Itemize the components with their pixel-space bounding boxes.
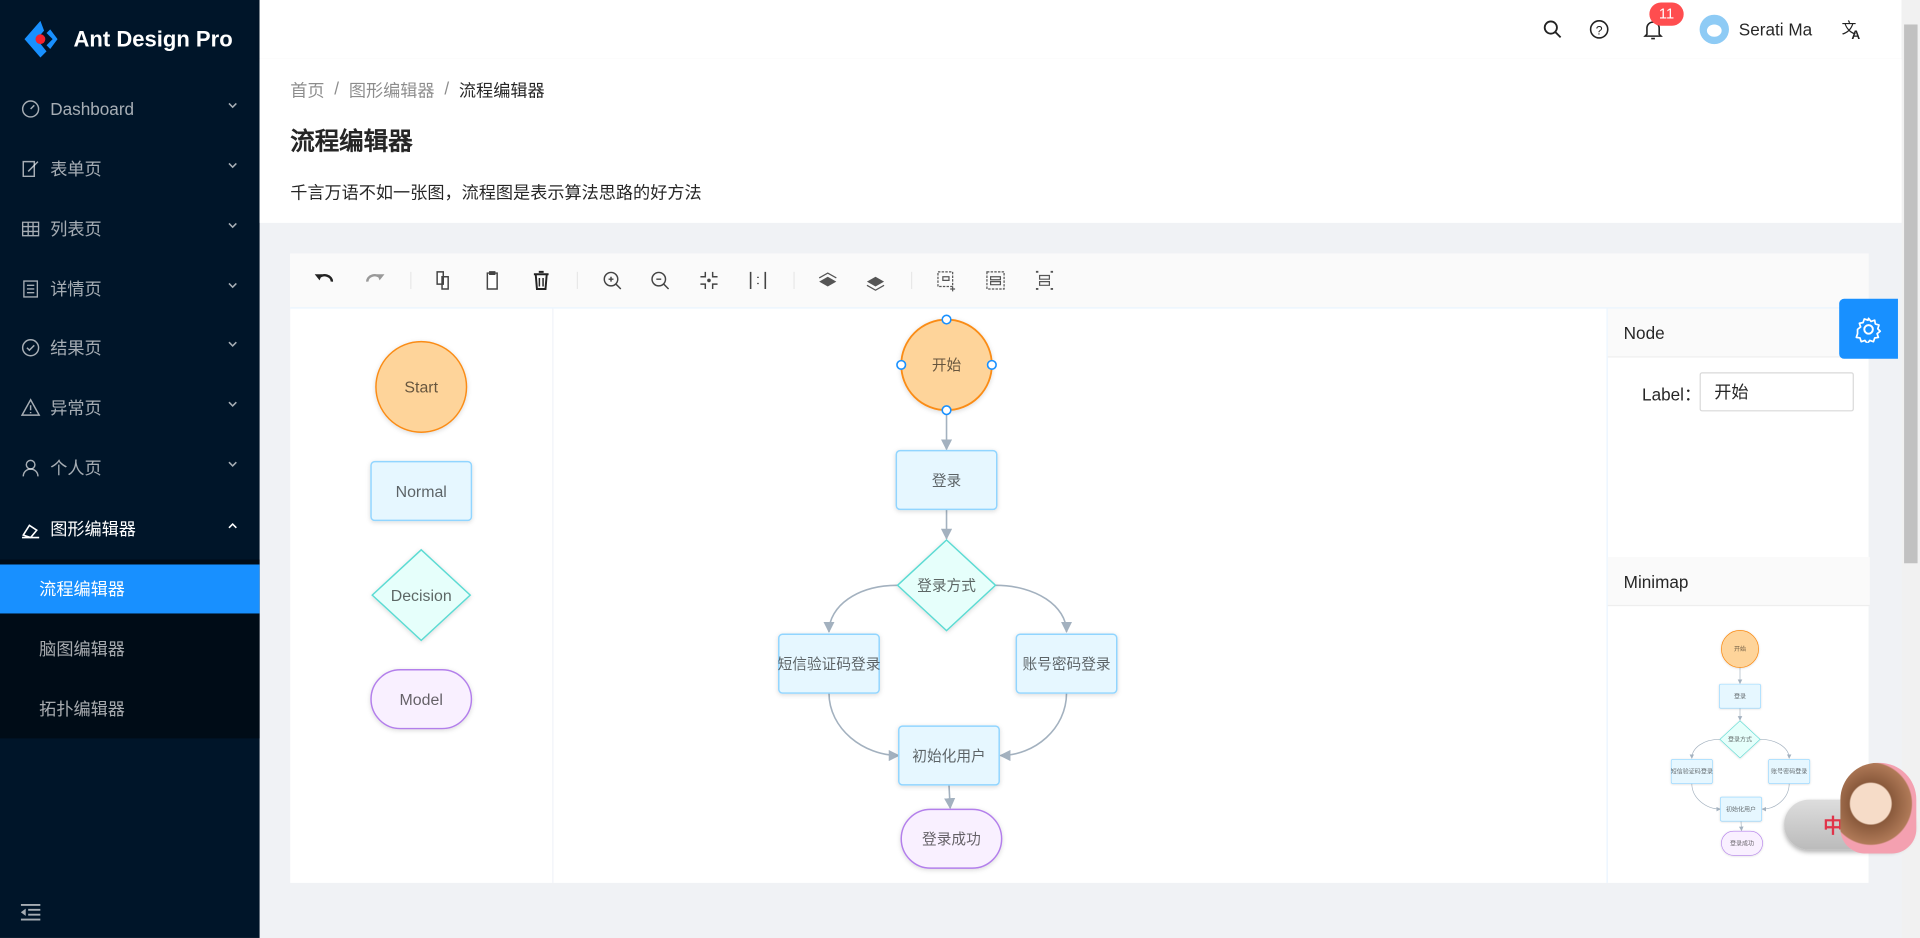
canvas-edge-method-sms[interactable] [823, 584, 898, 633]
item-pill-label: Model [400, 692, 443, 709]
node-panel-title: Node [1607, 308, 1870, 358]
canvas-edge-init-success[interactable] [944, 784, 956, 810]
item-model[interactable]: Model [370, 669, 473, 730]
widget-character-image [1840, 762, 1917, 854]
canvas-node-label: 登录方式 [917, 578, 976, 595]
item-circle-label: Start [404, 380, 438, 397]
canvas-node-success[interactable]: 登录成功 [900, 808, 1003, 869]
label-input[interactable] [1699, 372, 1854, 412]
canvas-node-label: 登录 [932, 472, 961, 489]
settings-button[interactable] [1839, 298, 1898, 359]
item-diamond-label: Decision [391, 588, 452, 605]
item-normal[interactable]: Normal [370, 460, 473, 522]
item-decision[interactable]: Decision [371, 548, 472, 642]
item-rect-label: Normal [396, 484, 447, 501]
canvas-node-method[interactable]: 登录方式 [896, 538, 997, 632]
canvas-node-sms[interactable]: 短信验证码登录 [778, 633, 881, 694]
canvas-node-label: 初始化用户 [912, 748, 985, 765]
canvas-node-label: 登录成功 [922, 831, 981, 848]
anchor-point[interactable] [896, 359, 907, 370]
item-start[interactable]: Start [375, 340, 468, 433]
gear-icon [1855, 316, 1882, 343]
anchor-point[interactable] [941, 405, 952, 416]
canvas-edge-account-init[interactable] [999, 693, 1068, 762]
canvas-edge-method-account[interactable] [995, 584, 1073, 633]
canvas-node-label: 短信验证码登录 [778, 656, 881, 673]
canvas-node-label: 账号密码登录 [1022, 656, 1110, 673]
canvas-node-start[interactable]: 开始 [896, 314, 997, 416]
canvas-graph: 开始登录登录方式短信验证码登录 账号密码登录初始化用户登录成功 [778, 314, 1118, 869]
label-caption: Label： [1642, 384, 1702, 405]
minimap-panel-title: Minimap [1607, 557, 1870, 607]
canvas-node-login[interactable]: 登录 [895, 449, 998, 511]
floating-widget[interactable]: 中 [1784, 762, 1917, 854]
canvas-node-label: 开始 [932, 357, 962, 374]
anchor-point[interactable] [986, 359, 997, 370]
anchor-point[interactable] [941, 314, 952, 325]
canvas-edge-sms-init[interactable] [828, 693, 900, 762]
canvas-node-account[interactable]: 账号密码登录 [1015, 633, 1118, 694]
canvas-node-init[interactable]: 初始化用户 [898, 725, 1000, 786]
